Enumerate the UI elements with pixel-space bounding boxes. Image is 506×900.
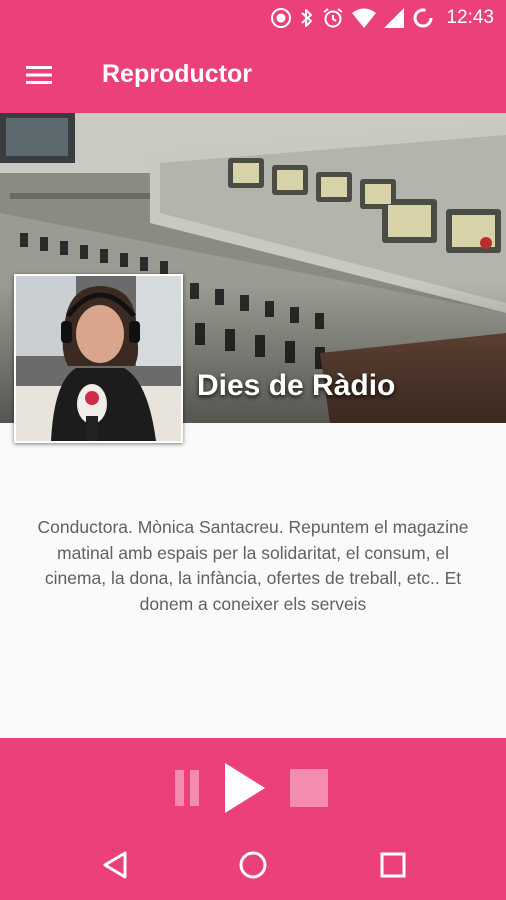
app-bar: Reproductor [0,36,506,113]
menu-icon [26,66,52,84]
back-icon [103,851,127,879]
program-name: Dies de Ràdio [197,369,396,402]
play-button[interactable] [216,760,272,816]
pause-button[interactable] [166,764,208,812]
back-button[interactable] [84,834,146,896]
home-icon [239,851,267,879]
page-title: Reproductor [102,60,252,88]
bluetooth-icon [301,9,313,27]
program-description: Conductora. Mònica Santacreu. Repuntem e… [37,517,469,614]
status-time: 12:43 [446,7,494,28]
alarm-icon [323,8,344,28]
pause-icon [175,770,199,806]
menu-button[interactable] [14,50,64,100]
home-button[interactable] [222,834,284,896]
recents-icon [380,852,406,878]
host-photo [14,274,183,443]
player-bar [0,738,506,900]
signal-icon [384,8,405,28]
host-portrait-image [16,276,181,441]
wifi-icon [352,8,377,28]
sync-icon [413,8,433,28]
stop-icon [290,769,328,807]
status-bar: 12:43 [0,0,506,36]
recents-button[interactable] [362,834,424,896]
navigation-bar [0,834,506,896]
play-icon [225,763,265,813]
stop-button[interactable] [285,764,333,812]
cast-icon [271,8,292,28]
